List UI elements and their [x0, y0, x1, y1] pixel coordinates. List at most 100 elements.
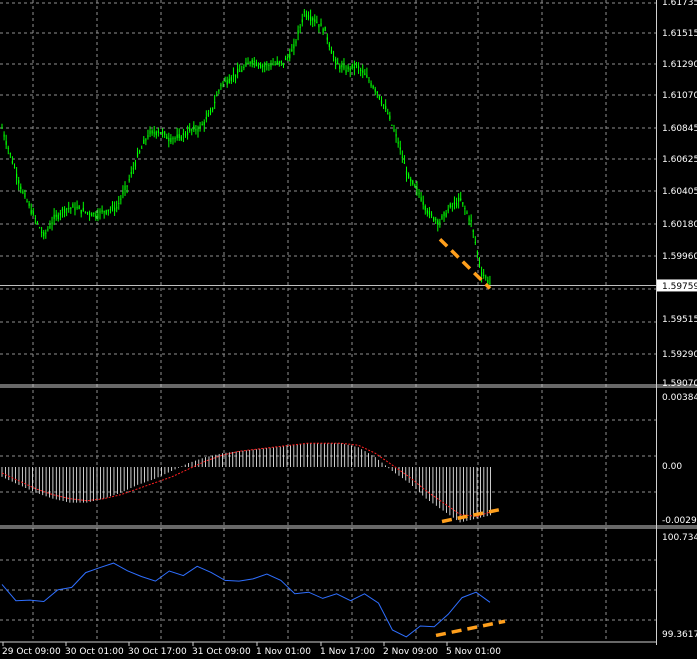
candle-body	[389, 115, 391, 120]
candle-body	[228, 78, 230, 84]
candle-body	[57, 214, 59, 219]
candle-body	[385, 106, 387, 110]
x-tick-label: 2 Nov 09:00	[383, 647, 438, 657]
candle-body	[301, 19, 303, 23]
price-tick-label: 1.59290	[662, 350, 697, 360]
candle-body	[485, 276, 487, 278]
indicator-tick-label: 100.7348	[662, 533, 697, 543]
candle-body	[445, 213, 447, 217]
candle-body	[105, 210, 107, 214]
candle-body	[153, 132, 155, 134]
candle-body	[372, 85, 374, 89]
candle-body	[168, 137, 170, 142]
candle-body	[1, 127, 3, 129]
candle-body	[420, 197, 422, 201]
candle-body	[222, 82, 224, 84]
candle-body	[397, 142, 399, 144]
candle-body	[41, 231, 43, 233]
candle-body	[164, 131, 166, 136]
candle-body	[320, 23, 322, 27]
candle-body	[11, 161, 14, 164]
candle-body	[305, 13, 308, 18]
candle-body	[13, 166, 16, 168]
candle-body	[257, 63, 260, 67]
candle-body	[157, 130, 159, 133]
candle-body	[232, 74, 235, 76]
candle-body	[151, 130, 153, 134]
candle-body	[126, 185, 128, 187]
candle-body	[449, 203, 451, 208]
candle-body	[3, 134, 5, 137]
candle-body	[134, 162, 137, 167]
candle-body	[295, 41, 297, 44]
x-tick-label: 1 Nov 01:00	[256, 647, 311, 657]
candle-body	[437, 220, 439, 225]
candle-body	[312, 18, 314, 21]
candle-body	[453, 202, 456, 205]
candle-body	[255, 62, 257, 66]
candle-body	[343, 64, 345, 69]
candle-body	[412, 180, 414, 185]
candle-body	[216, 95, 218, 97]
candle-body	[9, 153, 11, 155]
candle-body	[195, 129, 197, 131]
candle-body	[447, 209, 449, 211]
candle-body	[272, 64, 274, 66]
candle-body	[59, 212, 61, 216]
candle-body	[141, 147, 143, 149]
candle-body	[278, 61, 280, 64]
candle-body	[30, 210, 32, 214]
candle-body	[68, 208, 70, 210]
candle-body	[78, 206, 80, 210]
candle-body	[130, 171, 132, 175]
candle-body	[82, 207, 84, 211]
price-tick-label: 1.60845	[662, 124, 697, 134]
candle-body	[116, 207, 118, 209]
candle-body	[274, 63, 276, 65]
candle-body	[47, 229, 49, 231]
candle-body	[214, 101, 216, 104]
candle-body	[107, 209, 109, 212]
candle-body	[22, 191, 24, 193]
candle-body	[430, 213, 433, 216]
candle-body	[209, 110, 212, 114]
candle-body	[143, 139, 145, 144]
indicator-line	[1, 562, 491, 638]
candle-body	[480, 272, 483, 276]
candle-body	[72, 204, 74, 208]
candle-body	[262, 65, 264, 67]
candle-body	[139, 150, 141, 153]
candle-body	[374, 88, 376, 92]
candle-body	[347, 66, 349, 70]
candle-body	[268, 64, 270, 66]
x-tick-label: 31 Oct 09:00	[192, 647, 251, 657]
candle-body	[441, 215, 443, 219]
candle-body	[414, 184, 416, 188]
candle-body	[203, 122, 205, 126]
candle-body	[247, 62, 249, 64]
candle-body	[80, 209, 82, 214]
trading-chart: 1.61735 1.61515 1.61290 1.61070 1.60845 1.606…	[0, 0, 697, 657]
candle-body	[458, 197, 460, 202]
x-tick-label: 1 Nov 17:00	[320, 647, 375, 657]
candle-body	[316, 21, 318, 23]
price-tick-label: 1.61515	[662, 29, 697, 39]
candle-body	[103, 211, 105, 213]
indicator-tick-label: 99.3617	[662, 630, 697, 640]
candle-body	[391, 124, 393, 126]
candle-body	[357, 66, 360, 69]
candle-body	[245, 62, 247, 67]
candle-body	[63, 208, 66, 214]
candle-body	[166, 136, 168, 139]
candle-body	[45, 232, 47, 234]
candle-body	[201, 124, 203, 126]
candle-body	[189, 128, 191, 131]
candle-body	[466, 212, 468, 214]
candle-body	[282, 62, 285, 65]
candle-body	[405, 171, 408, 175]
candle-body	[43, 232, 45, 237]
candle-body	[476, 251, 479, 253]
candle-body	[122, 191, 124, 195]
candle-body	[99, 210, 101, 213]
candle-body	[353, 66, 355, 69]
